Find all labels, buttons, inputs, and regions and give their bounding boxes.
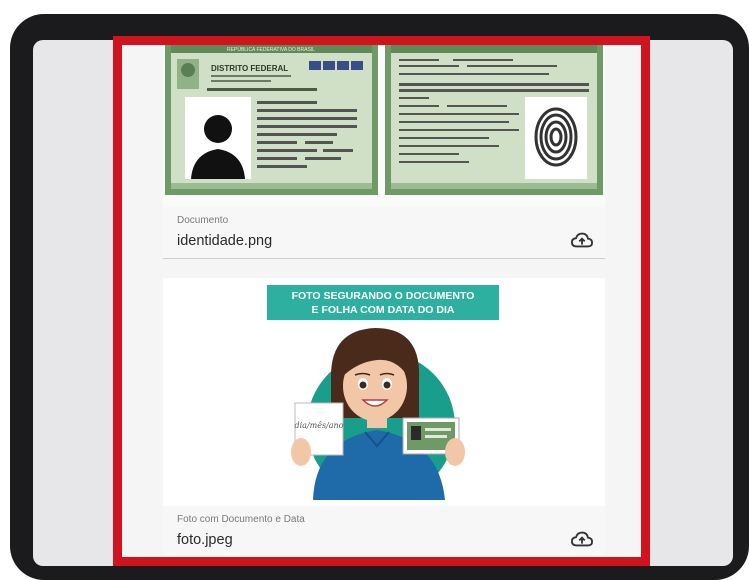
banner-line-1: FOTO SEGURANDO O DOCUMENTO	[292, 290, 475, 302]
highlight-frame: REPÚBLICA FEDERATIVA DO BRASIL DISTRITO …	[113, 36, 650, 566]
cloud-upload-icon[interactable]	[571, 530, 593, 548]
file-list[interactable]: REPÚBLICA FEDERATIVA DO BRASIL DISTRITO …	[122, 45, 641, 557]
photo-instruction-image: FOTO SEGURANDO O DOCUMENTO E FOLHA COM D…	[163, 278, 605, 506]
file-name: identidade.png	[177, 233, 273, 249]
file-name: foto.jpeg	[177, 532, 233, 548]
cloud-upload-icon[interactable]	[571, 231, 593, 249]
id-card-image: REPÚBLICA FEDERATIVA DO BRASIL DISTRITO …	[163, 45, 605, 207]
id-card-illustration: REPÚBLICA FEDERATIVA DO BRASIL DISTRITO …	[165, 45, 603, 195]
photo-illustration: FOTO SEGURANDO O DOCUMENTO E FOLHA COM D…	[267, 285, 499, 500]
file-card-document[interactable]: REPÚBLICA FEDERATIVA DO BRASIL DISTRITO …	[163, 45, 605, 258]
paper-date-text: dia/mês/ano	[294, 421, 343, 430]
file-card-photo[interactable]: FOTO SEGURANDO O DOCUMENTO E FOLHA COM D…	[163, 278, 605, 557]
id-state-text: DISTRITO FEDERAL	[211, 64, 288, 73]
file-caption: Documento	[177, 215, 229, 226]
file-caption: Foto com Documento e Data	[177, 514, 305, 525]
divider	[163, 258, 605, 259]
id-header-text: REPÚBLICA FEDERATIVA DO BRASIL	[227, 46, 315, 53]
banner-line-2: E FOLHA COM DATA DO DIA	[312, 304, 455, 316]
